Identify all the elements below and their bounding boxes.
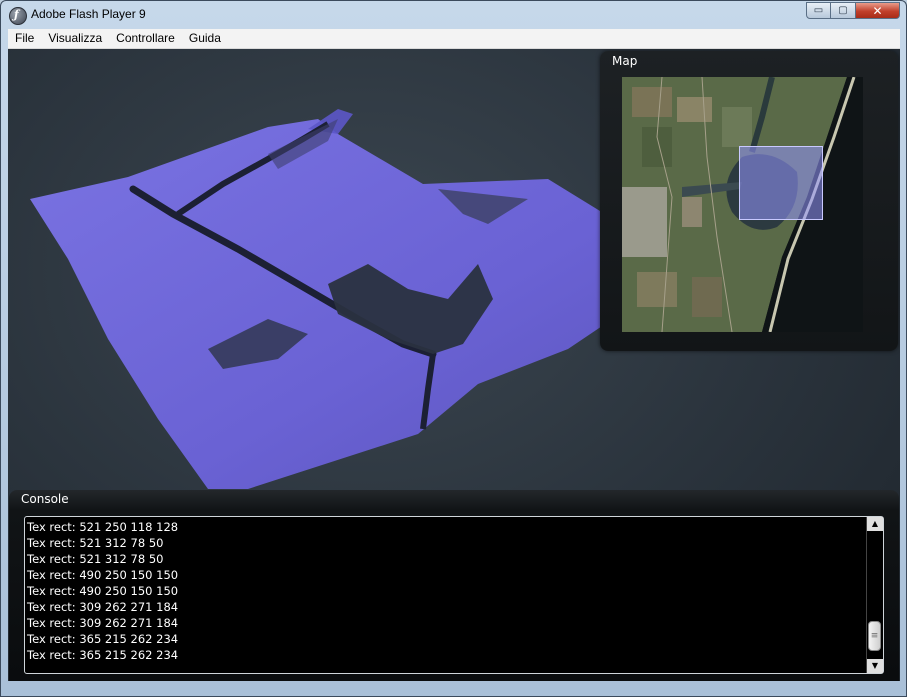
console-line: Tex rect: 309 262 271 184	[27, 600, 179, 614]
console-output[interactable]: Tex rect: 521 250 118 128 Tex rect: 521 …	[24, 516, 884, 674]
console-line: Tex rect: 521 250 118 128	[27, 520, 179, 534]
close-icon: ✕	[872, 3, 883, 18]
map-viewport-rect[interactable]	[739, 146, 823, 220]
satellite-map[interactable]	[622, 77, 863, 332]
menu-visualizza[interactable]: Visualizza	[41, 29, 109, 48]
console-line: Tex rect: 309 262 271 184	[27, 616, 179, 630]
flash-stage[interactable]: Map Console Tex rect: 521 250 118 128 Te…	[8, 49, 900, 681]
console-lines: Tex rect: 521 250 118 128 Tex rect: 521 …	[27, 519, 867, 663]
console-title: Console	[21, 492, 69, 506]
console-line: Tex rect: 365 215 262 234	[27, 632, 179, 646]
window-controls: ▭ ▢ ✕	[806, 2, 900, 20]
scroll-grip-icon: ≡	[870, 631, 879, 641]
menu-file[interactable]: File	[8, 29, 41, 48]
console-line: Tex rect: 490 250 150 150	[27, 568, 179, 582]
console-line: Tex rect: 490 250 150 150	[27, 584, 179, 598]
console-panel: Console Tex rect: 521 250 118 128 Tex re…	[9, 490, 899, 681]
menu-bar: File Visualizza Controllare Guida	[8, 29, 900, 49]
console-line: Tex rect: 521 312 78 50	[27, 536, 164, 550]
flash-player-icon: ƒ	[9, 7, 27, 25]
app-window: ƒ Adobe Flash Player 9 ▭ ▢ ✕ File Visual…	[0, 0, 907, 697]
map-panel: Map	[600, 51, 898, 351]
console-scrollbar[interactable]: ▲ ≡ ▼	[866, 517, 883, 673]
scroll-thumb[interactable]: ≡	[868, 621, 881, 651]
menu-guida[interactable]: Guida	[182, 29, 228, 48]
maximize-button[interactable]: ▢	[831, 2, 856, 19]
title-bar[interactable]: ƒ Adobe Flash Player 9 ▭ ▢ ✕	[1, 1, 906, 29]
console-line: Tex rect: 365 215 262 234	[27, 648, 179, 662]
menu-controllare[interactable]: Controllare	[109, 29, 182, 48]
close-button[interactable]: ✕	[856, 2, 900, 19]
scroll-up-icon[interactable]: ▲	[867, 517, 883, 531]
scroll-down-icon[interactable]: ▼	[867, 659, 883, 673]
window-title: Adobe Flash Player 9	[31, 7, 146, 21]
console-line: Tex rect: 521 312 78 50	[27, 552, 164, 566]
minimize-icon: ▭	[813, 5, 824, 16]
maximize-icon: ▢	[838, 5, 848, 16]
minimize-button[interactable]: ▭	[806, 2, 831, 19]
map-title: Map	[612, 54, 638, 68]
